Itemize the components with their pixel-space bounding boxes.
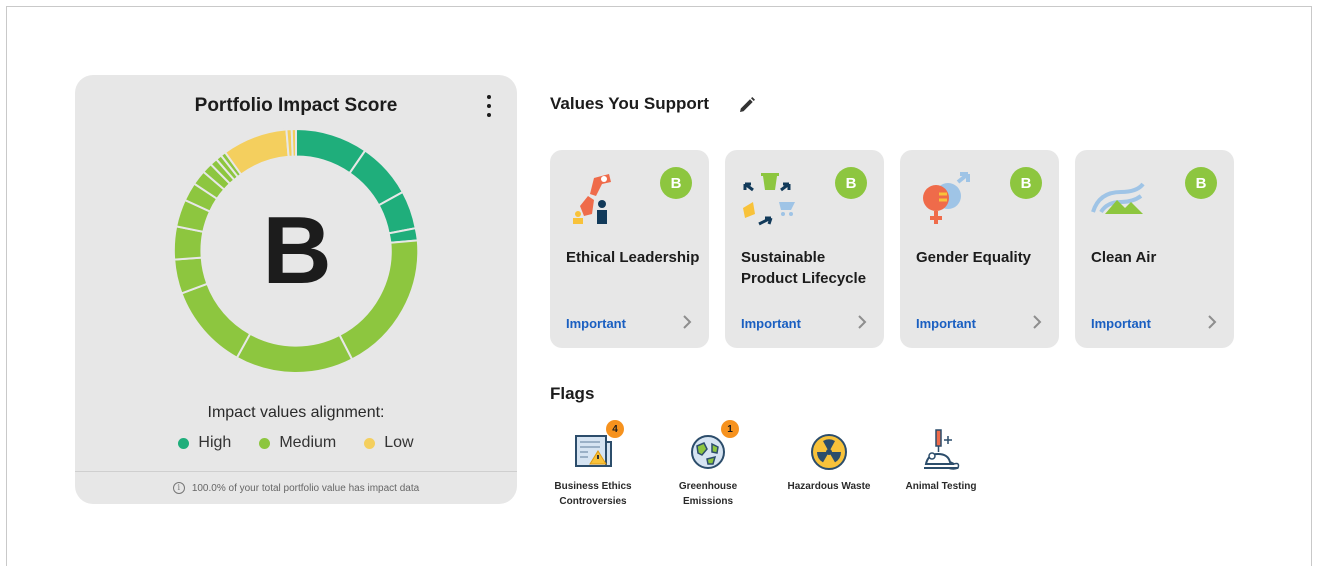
value-card-clean-air[interactable]: B Clean Air Important bbox=[1075, 150, 1234, 348]
legend-dot-low bbox=[364, 437, 376, 449]
ethical-leadership-icon bbox=[573, 174, 611, 224]
kebab-menu-icon[interactable] bbox=[481, 93, 497, 119]
legend-item-low: Low bbox=[364, 434, 414, 452]
flag-business-ethics-controversies[interactable]: 4 Business Ethics Controversies bbox=[543, 420, 643, 509]
value-name: Ethical Leadership bbox=[566, 249, 700, 266]
card-title: Portfolio Impact Score bbox=[194, 95, 398, 116]
values-section-title: Values You Support bbox=[550, 94, 710, 113]
value-card-ethical-leadership[interactable]: B Ethical Leadership Important bbox=[550, 150, 709, 348]
alignment-label: Impact values alignment: bbox=[207, 404, 385, 421]
value-grade-badge: B bbox=[1010, 167, 1042, 199]
portfolio-grade: B bbox=[262, 197, 331, 304]
legend-label-low: Low bbox=[384, 434, 414, 451]
flag-animal-testing[interactable]: Animal Testing bbox=[891, 420, 991, 494]
flag-label: Hazardous Waste bbox=[787, 481, 871, 492]
flag-count-badge: 1 bbox=[721, 420, 739, 438]
legend-dot-high bbox=[178, 437, 190, 449]
value-card-sustainable-product-lifecycle[interactable]: B Sustainable Product Lifecycle Importan… bbox=[725, 150, 884, 348]
impact-data-footer: i 100.0% of your total portfolio value h… bbox=[75, 471, 517, 504]
radioactive-icon bbox=[811, 434, 847, 470]
legend-item-medium: Medium bbox=[259, 434, 336, 452]
value-importance: Important bbox=[1091, 316, 1151, 331]
flag-icon-wrapper: 1 bbox=[685, 420, 739, 474]
value-importance: Important bbox=[916, 316, 976, 331]
flag-icon-wrapper: 4 bbox=[570, 420, 624, 474]
flag-label: Animal Testing bbox=[905, 481, 977, 492]
chevron-right-icon bbox=[683, 315, 692, 329]
value-name: Gender Equality bbox=[916, 249, 1032, 266]
flag-label: Business Ethics Controversies bbox=[554, 481, 632, 507]
value-name: Clean Air bbox=[1091, 249, 1157, 266]
impact-data-coverage: 100.0% of your total portfolio value has… bbox=[191, 482, 420, 494]
value-name: Sustainable Product Lifecycle bbox=[741, 249, 867, 287]
flags-section-title: Flags bbox=[550, 384, 595, 403]
clean-air-icon bbox=[1091, 182, 1145, 214]
value-importance: Important bbox=[741, 316, 801, 331]
value-grade-badge: B bbox=[835, 167, 867, 199]
chevron-right-icon bbox=[1033, 315, 1042, 329]
chevron-right-icon bbox=[858, 315, 867, 329]
lab-mouse-icon bbox=[924, 429, 960, 470]
legend-label-medium: Medium bbox=[279, 434, 337, 451]
pencil-icon[interactable] bbox=[737, 95, 757, 115]
value-grade-badge: B bbox=[660, 167, 692, 199]
legend-label-high: High bbox=[198, 434, 232, 451]
alignment-legend: High Medium Low bbox=[75, 434, 517, 452]
legend-dot-medium bbox=[259, 437, 271, 449]
info-icon[interactable]: i bbox=[172, 482, 185, 494]
flag-hazardous-waste[interactable]: Hazardous Waste bbox=[779, 420, 879, 494]
flag-greenhouse-emissions[interactable]: 1 Greenhouse Emissions bbox=[658, 420, 758, 509]
value-grade-badge: B bbox=[1185, 167, 1217, 199]
chevron-right-icon bbox=[1208, 315, 1217, 329]
flag-icon-wrapper bbox=[806, 428, 852, 474]
value-card-gender-equality[interactable]: B Gender Equality Important bbox=[900, 150, 1059, 348]
recycle-lifecycle-icon bbox=[743, 173, 795, 226]
flag-count-badge: 4 bbox=[606, 420, 624, 438]
value-importance: Important bbox=[566, 316, 626, 331]
gender-equality-icon bbox=[923, 172, 970, 224]
flag-icon-wrapper bbox=[918, 428, 964, 474]
flag-label: Greenhouse Emissions bbox=[678, 481, 738, 507]
portfolio-impact-card: Portfolio Impact Score B Impact values a… bbox=[75, 75, 517, 504]
legend-item-high: High bbox=[178, 434, 231, 452]
